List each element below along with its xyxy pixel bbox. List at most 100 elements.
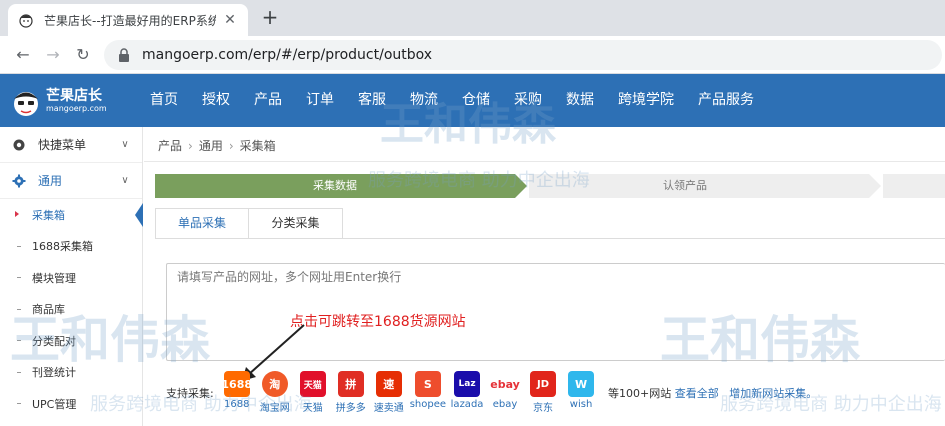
source-pinduoduo[interactable]: 拼 拼多多 [334,371,368,414]
nav-item-data[interactable]: 数据 [554,74,606,127]
sidebar-group-general[interactable]: 通用 ∨ [0,163,142,199]
more-sites-count: 等100+网站 [608,387,672,400]
source-name: 1688 [223,399,250,410]
app-header: 芒果店长 mangoerp.com 首页 授权 产品 订单 客服 物流 仓储 采… [0,74,945,127]
nav-item-warehouse[interactable]: 仓储 [450,74,502,127]
breadcrumb-separator: › [228,138,234,153]
breadcrumb: 产品 › 通用 › 采集箱 [158,137,276,154]
source-1688[interactable]: 1688 1688 [220,371,254,410]
collect-sources: 支持采集: 1688 1688 淘 淘宝网 天猫 天猫 拼 拼多多 速 速卖通 … [166,371,817,419]
source-name: 速卖通 [373,403,404,414]
source-name: 拼多多 [335,403,366,414]
nav-item-product-service[interactable]: 产品服务 [686,74,766,127]
mango-favicon-icon [19,14,33,28]
source-ebay[interactable]: ebay ebay [488,371,522,410]
nav-item-purchase[interactable]: 采购 [502,74,554,127]
source-tmall[interactable]: 天猫 天猫 [296,371,330,414]
lazada-icon: Laz [454,371,481,397]
nav-item-service[interactable]: 客服 [346,74,398,127]
main-content: 产品 › 通用 › 采集箱 采集数据 认领产品 单品采集 分类采集 请填写产品的… [144,127,945,426]
step-arrow [869,174,881,198]
gear-icon [12,174,26,187]
gear-icon [13,139,25,150]
taobao-icon: 淘 [261,371,288,397]
source-name: ebay [492,399,518,410]
source-name: wish [569,399,593,410]
step-claim-product: 认领产品 [529,174,869,198]
url-text: mangoerp.com/erp/#/erp/product/outbox [142,47,433,63]
shopee-icon: S [414,371,441,397]
progress-steps: 采集数据 认领产品 [155,174,945,198]
source-name: 天猫 [302,403,323,414]
source-lazada[interactable]: Laz lazada [450,371,484,410]
back-arrow-icon[interactable]: ← [12,44,34,66]
logo-sub-text: mangoerp.com [46,104,107,113]
forward-arrow-icon[interactable]: → [42,44,64,66]
sidebar-group-quick-menu[interactable]: 快捷菜单 ∨ [0,127,142,163]
breadcrumb-divider [144,161,945,162]
new-tab-plus-icon[interactable]: + [258,6,282,30]
browser-address-bar: ← → ↻ mangoerp.com/erp/#/erp/product/out… [0,36,945,74]
mango-logo[interactable]: 芒果店长 mangoerp.com [10,82,130,120]
source-name: 淘宝网 [259,403,290,414]
source-name: lazada [450,399,484,410]
tab-single-collect[interactable]: 单品采集 [155,208,249,239]
step-arrow [515,174,527,198]
sidebar-group-label: 快捷菜单 [38,138,87,152]
pinduoduo-icon: 拼 [337,371,364,397]
collect-tabs: 单品采集 分类采集 [155,208,343,239]
nav-item-authorize[interactable]: 授权 [190,74,242,127]
breadcrumb-item[interactable]: 产品 [158,137,182,154]
nav-item-orders[interactable]: 订单 [294,74,346,127]
ebay-icon: ebay [490,371,520,397]
step-collect-data: 采集数据 [155,174,515,198]
breadcrumb-item[interactable]: 通用 [199,137,223,154]
source-jd[interactable]: JD 京东 [526,371,560,414]
view-all-link[interactable]: 查看全部 [675,387,719,400]
step-next [883,174,945,198]
nav-item-academy[interactable]: 跨境学院 [606,74,686,127]
sidebar-item-category-matching[interactable]: 分类配对 [0,325,142,357]
tabs-underline [155,238,945,239]
aliexpress-icon: 速 [375,371,402,397]
sidebar-item-module-management[interactable]: 模块管理 [0,262,142,294]
logo-main-text: 芒果店长 [46,88,102,104]
chevron-down-icon: ∨ [121,139,129,150]
tmall-icon: 天猫 [299,371,326,397]
breadcrumb-separator: › [188,138,193,153]
sidebar-group-label: 通用 [38,174,63,188]
jd-icon: JD [530,371,557,397]
mango-logo-icon [14,92,38,116]
add-new-site-link[interactable]: 增加新网站采集。 [729,387,817,400]
chevron-down-icon: ∨ [121,175,129,186]
sidebar-item-listing-stats[interactable]: 刊登统计 [0,357,142,389]
sidebar-item-collection-box[interactable]: 采集箱 [0,199,143,231]
sidebar-item-product-library[interactable]: 商品库 [0,294,142,326]
browser-tab-bar: 芒果店长--打造最好用的ERP系统 ✕ + [0,0,945,36]
logo-text: 芒果店长 mangoerp.com [46,88,107,114]
nav-item-product[interactable]: 产品 [242,74,294,127]
tab-category-collect[interactable]: 分类采集 [249,208,343,239]
sidebar-item-1688-collection-box[interactable]: 1688采集箱 [0,231,142,263]
wish-icon: W [568,371,595,397]
url-omnibox[interactable]: mangoerp.com/erp/#/erp/product/outbox [104,40,942,70]
sidebar: 快捷菜单 ∨ 通用 ∨ 采集箱 1688采集箱 模块管理 商品库 分类配对 刊登… [0,127,143,426]
source-shopee[interactable]: S shopee [410,371,446,410]
source-name: shopee [409,399,447,410]
sidebar-item-upc-management[interactable]: UPC管理 [0,388,142,420]
source-name: 京东 [533,403,554,414]
main-nav: 首页 授权 产品 订单 客服 物流 仓储 采购 数据 跨境学院 产品服务 [138,74,766,127]
reload-icon[interactable]: ↻ [72,44,94,66]
breadcrumb-item-current: 采集箱 [239,139,276,153]
more-sites-text: 等100+网站 查看全部 增加新网站采集。 [608,385,817,401]
source-wish[interactable]: W wish [564,371,598,410]
lock-icon [119,48,129,62]
sources-label: 支持采集: [166,387,214,400]
annotation-text: 点击可跳转至1688货源网站 [290,314,466,330]
source-taobao[interactable]: 淘 淘宝网 [258,371,292,414]
browser-tab[interactable]: 芒果店长--打造最好用的ERP系统 ✕ [8,4,248,36]
source-aliexpress[interactable]: 速 速卖通 [372,371,406,414]
close-tab-icon[interactable]: ✕ [222,12,238,28]
nav-item-logistics[interactable]: 物流 [398,74,450,127]
nav-item-home[interactable]: 首页 [138,74,190,127]
